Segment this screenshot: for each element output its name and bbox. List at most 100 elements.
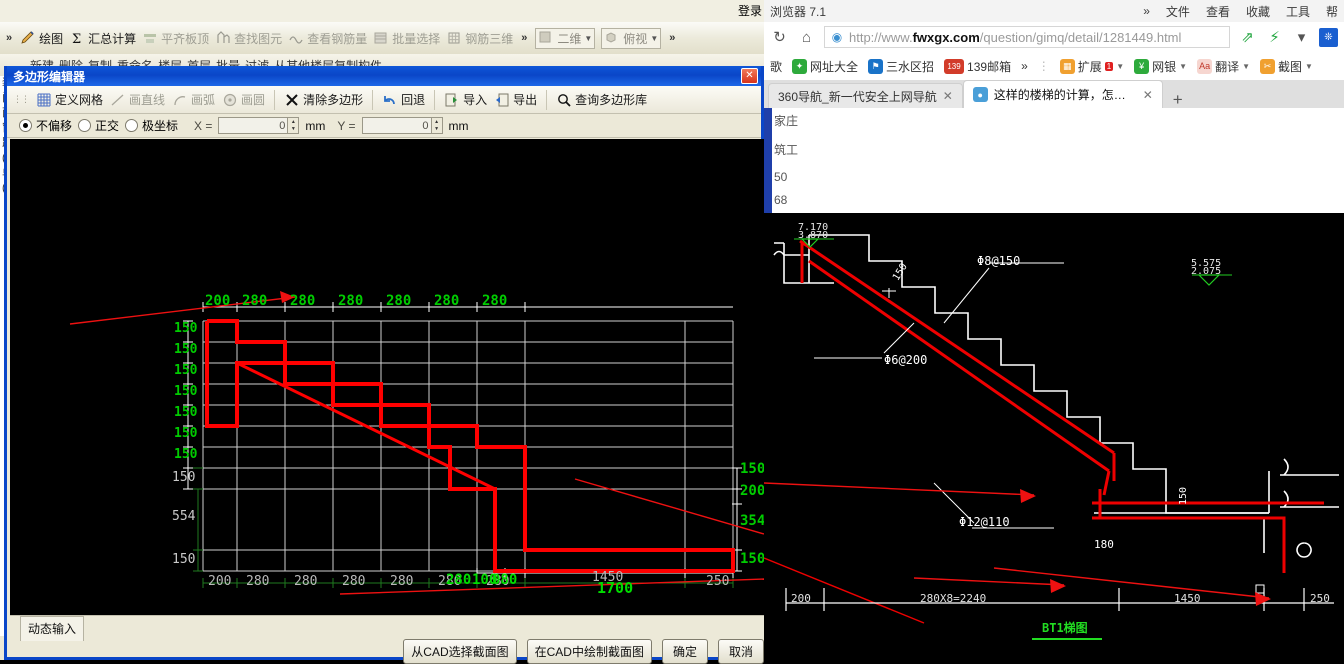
- toolbar-overflow-left-icon[interactable]: »: [4, 32, 14, 44]
- url-domain: fwxgx.com: [912, 29, 980, 45]
- menu-tools[interactable]: 工具: [1286, 3, 1310, 20]
- dim-left-g-6: 150: [174, 447, 198, 462]
- extension-icon-3: ✂: [1260, 58, 1276, 74]
- extension-2[interactable]: Aa 翻译 ▼: [1197, 58, 1250, 75]
- tool-label-draw-line: 画直线: [129, 93, 166, 107]
- spin-up-icon-2[interactable]: ▲: [432, 118, 442, 126]
- chevron-down-icon[interactable]: ▼: [584, 34, 592, 43]
- extension-0[interactable]: ▦ 扩展 1 ▼: [1059, 58, 1124, 75]
- app-main-toolbar: » 绘图 Σ 汇总计算 平齐板顶 查找图元 查看钢筋量 批量选择 钢筋三维 » …: [0, 22, 774, 55]
- chevron-down-icon-ext3[interactable]: ▼: [1305, 62, 1313, 71]
- extension-3[interactable]: ✂ 截图 ▼: [1260, 58, 1313, 75]
- cad-dim-bottom-0: 200: [791, 592, 811, 605]
- radio-orthogonal-indicator[interactable]: [78, 119, 92, 132]
- spin-up-icon[interactable]: ▲: [288, 118, 298, 126]
- bookmark-0[interactable]: 歌: [770, 58, 782, 75]
- view-mode-combo[interactable]: 二维 ▼: [535, 27, 596, 49]
- chevron-down-icon[interactable]: ▾: [1292, 28, 1311, 47]
- toolbar-button-align-slab[interactable]: 平齐板顶: [142, 30, 209, 47]
- tool-draw-circle[interactable]: 画圆: [222, 91, 265, 108]
- dim-bottom-2: 280: [294, 574, 318, 589]
- menu-favorites[interactable]: 收藏: [1246, 3, 1270, 20]
- tool-export[interactable]: 导出: [494, 91, 537, 108]
- y-spinner[interactable]: ▲ ▼: [431, 117, 443, 134]
- lightning-icon[interactable]: ⚡: [1265, 28, 1284, 47]
- url-input[interactable]: ◉ http://www.fwxgx.com/question/gimq/det…: [824, 26, 1230, 48]
- dim-left-gr-0: 150: [172, 470, 196, 485]
- tool-query-polygon-library[interactable]: 查询多边形库: [556, 91, 647, 108]
- bookmark-label-0: 歌: [770, 59, 783, 74]
- radio-orthogonal[interactable]: 正交: [78, 117, 119, 134]
- tab-favicon-icon: ●: [972, 87, 988, 102]
- y-stepper[interactable]: 0 ▲ ▼: [361, 117, 443, 134]
- select-section-from-cad-button[interactable]: 从CAD选择截面图: [403, 639, 517, 664]
- menu-file[interactable]: 文件: [1166, 3, 1190, 20]
- toolbar-button-rebar-3d[interactable]: 钢筋三维: [446, 30, 513, 47]
- share-icon[interactable]: ⇗: [1238, 28, 1257, 47]
- chevron-down-icon-ext0[interactable]: ▼: [1116, 62, 1124, 71]
- menu-overflow-icon[interactable]: »: [1143, 4, 1150, 18]
- dim-right-1: 200: [740, 483, 764, 499]
- reload-icon[interactable]: ↻: [770, 28, 789, 47]
- close-icon[interactable]: ✕: [741, 68, 758, 84]
- view-angle-combo[interactable]: 俯视 ▼: [601, 27, 662, 49]
- toolbar-button-view-rebar-qty[interactable]: 查看钢筋量: [288, 30, 367, 47]
- spin-down-icon-2[interactable]: ▼: [432, 126, 442, 134]
- tool-draw-arc[interactable]: 画弧: [172, 91, 215, 108]
- browser-menu-bar: » 文件 查看 收藏 工具 帮: [1143, 3, 1338, 20]
- bookmark-overflow[interactable]: »: [1021, 59, 1028, 73]
- extension-1[interactable]: ¥ 网银 ▼: [1134, 58, 1187, 75]
- dim-bottom-ov-2: 080: [492, 572, 518, 588]
- export-icon: [494, 92, 510, 108]
- y-input[interactable]: 0: [361, 117, 432, 134]
- polygon-canvas[interactable]: 200 280 280 280 280 280 280 150 150 150 …: [10, 139, 764, 615]
- cancel-button[interactable]: 取消: [717, 639, 764, 664]
- radio-polar[interactable]: 极坐标: [125, 117, 178, 134]
- toolbar-button-find-element[interactable]: 查找图元: [215, 30, 282, 47]
- toolbar-button-draw[interactable]: 绘图: [20, 30, 63, 47]
- x-spinner[interactable]: ▲ ▼: [288, 117, 300, 134]
- tool-undo[interactable]: 回退: [382, 91, 425, 108]
- chevron-down-icon-ext2[interactable]: ▼: [1242, 62, 1250, 71]
- toolbar-button-summary-calc[interactable]: Σ 汇总计算: [69, 30, 136, 48]
- close-icon-tab1[interactable]: ✕: [1143, 88, 1153, 102]
- dialog-title-bar[interactable]: 多边形编辑器 ✕: [7, 66, 761, 86]
- toolbar-overflow-right-icon[interactable]: »: [667, 32, 677, 44]
- browser-tab-1[interactable]: ● 这样的楼梯的计算，怎么计算？ ✕: [962, 80, 1163, 108]
- close-icon-tab0[interactable]: ✕: [943, 89, 953, 103]
- tool-draw-line[interactable]: 画直线: [110, 91, 165, 108]
- chevron-down-icon-2[interactable]: ▼: [650, 34, 658, 43]
- toolbar-button-batch-select[interactable]: 批量选择: [373, 30, 440, 47]
- bookmarks-separator: ⋮: [1037, 59, 1050, 73]
- tool-clear-polygon[interactable]: 清除多边形: [284, 91, 363, 108]
- tool-import[interactable]: 导入: [444, 91, 487, 108]
- radio-polar-indicator[interactable]: [125, 119, 139, 132]
- bookmark-2[interactable]: ⚑ 三水区招: [868, 58, 934, 75]
- bookmark-1[interactable]: ✦ 网址大全: [792, 58, 858, 75]
- tool-define-grid[interactable]: 定义网格: [36, 91, 103, 108]
- home-icon[interactable]: ⌂: [797, 28, 816, 47]
- radio-no-offset[interactable]: 不偏移: [19, 117, 72, 134]
- menu-help[interactable]: 帮: [1326, 3, 1338, 20]
- x-input[interactable]: 0: [218, 117, 289, 134]
- paw-icon[interactable]: ❊: [1319, 27, 1338, 47]
- dim-top-2: 280: [290, 293, 316, 309]
- toolbar-label-align-slab: 平齐板顶: [161, 31, 210, 46]
- dim-bottom-0: 200: [208, 574, 232, 589]
- dynamic-input-tab[interactable]: 动态输入: [20, 616, 85, 641]
- cad-dim-bottom-2: 1450: [1174, 592, 1201, 605]
- login-link[interactable]: 登录: [738, 2, 762, 19]
- ok-button[interactable]: 确定: [661, 639, 708, 664]
- menu-view[interactable]: 查看: [1206, 3, 1230, 20]
- spin-down-icon[interactable]: ▼: [288, 126, 298, 134]
- dim-left-gr-2: 150: [172, 552, 196, 567]
- draw-section-in-cad-button[interactable]: 在CAD中绘制截面图: [526, 639, 652, 664]
- browser-tab-0[interactable]: 360导航_新一代安全上网导航 ✕: [768, 83, 963, 108]
- radio-no-offset-indicator[interactable]: [19, 119, 32, 132]
- x-stepper[interactable]: 0 ▲ ▼: [218, 117, 300, 134]
- new-tab-button[interactable]: +: [1163, 91, 1193, 108]
- bookmark-3[interactable]: 139 139邮箱: [944, 58, 1011, 75]
- chevron-down-icon-ext1[interactable]: ▼: [1179, 62, 1187, 71]
- toolbar-overflow-mid-icon[interactable]: »: [519, 32, 529, 44]
- browser-tab-strip: 360导航_新一代安全上网导航 ✕ ● 这样的楼梯的计算，怎么计算？ ✕ +: [764, 80, 1344, 108]
